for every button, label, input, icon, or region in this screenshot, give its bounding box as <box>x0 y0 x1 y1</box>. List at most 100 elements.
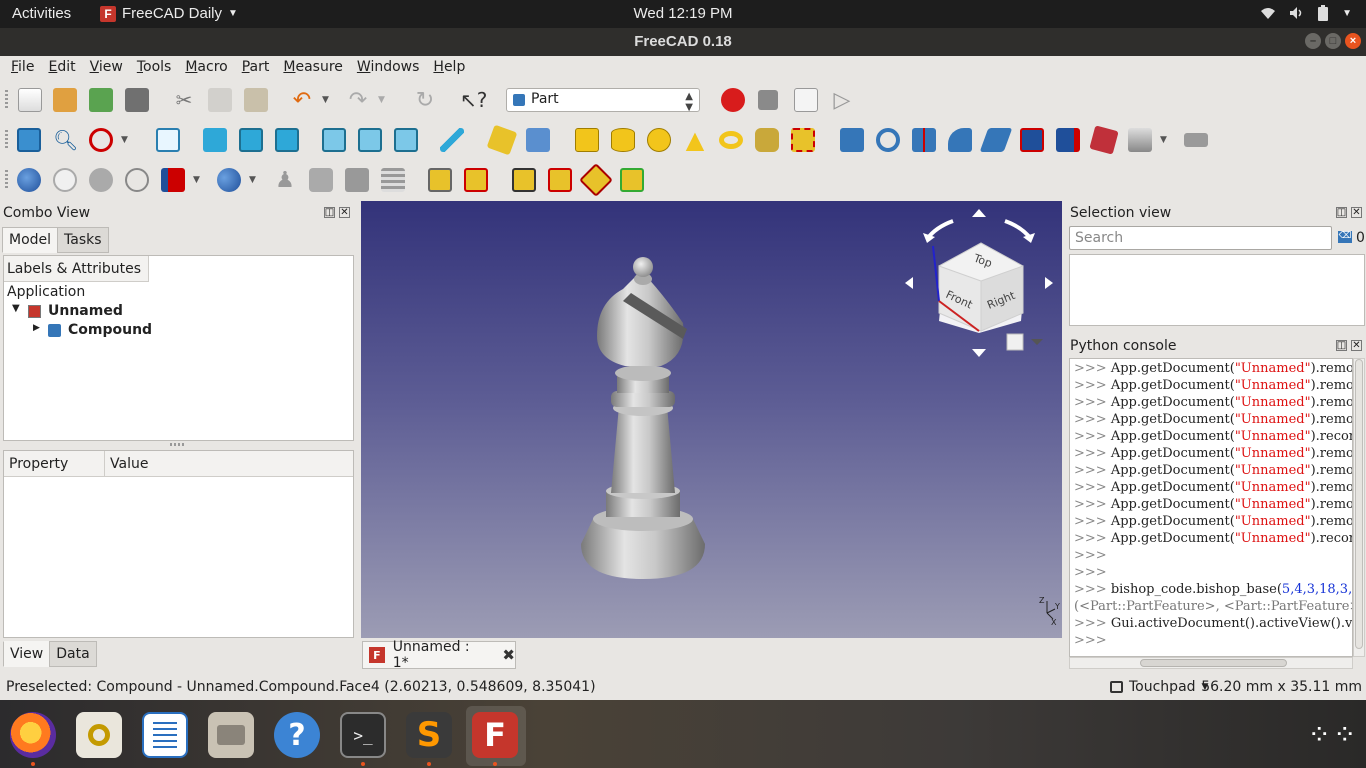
collapse-arrow-icon[interactable]: ▶ <box>33 323 40 333</box>
open-folder-icon[interactable] <box>53 88 77 112</box>
toolbar-grip[interactable] <box>5 170 8 190</box>
float-panel-icon[interactable]: ◫ <box>1336 207 1347 218</box>
activities-button[interactable]: Activities <box>12 5 71 22</box>
join-dropdown-icon[interactable]: ▼ <box>193 168 207 192</box>
save-icon[interactable] <box>89 88 113 112</box>
model-tree[interactable]: Labels & Attributes Application ▼ Unname… <box>3 255 354 441</box>
sphere-icon[interactable] <box>647 128 671 152</box>
toolbar-grip[interactable] <box>5 130 8 150</box>
freecad-icon[interactable]: F <box>472 712 518 758</box>
macro-stop-icon[interactable] <box>758 90 778 110</box>
menu-part[interactable]: Part <box>235 56 277 80</box>
fillet-icon[interactable] <box>948 128 972 152</box>
left-view-icon[interactable] <box>394 128 418 152</box>
document-tab[interactable]: F Unnamed : 1* ✖ <box>362 639 516 671</box>
copy-icon[interactable] <box>208 88 232 112</box>
fit-selection-icon[interactable]: 🔍︎ <box>53 128 78 152</box>
primitives-icon[interactable] <box>755 128 779 152</box>
tab-tasks[interactable]: Tasks <box>57 227 109 253</box>
check-icon[interactable] <box>464 168 488 192</box>
chamfer-icon[interactable] <box>979 128 1013 152</box>
tab-data[interactable]: Data <box>49 641 97 667</box>
bishop-model[interactable] <box>581 257 705 579</box>
refresh-icon[interactable]: ↻ <box>413 88 437 113</box>
undo-icon[interactable]: ↶ <box>290 88 314 113</box>
tab-model[interactable]: Model <box>2 227 59 253</box>
navcube-right-arrow-icon[interactable] <box>1045 277 1053 289</box>
scrollbar-thumb[interactable] <box>1140 659 1287 667</box>
menu-macro[interactable]: Macro <box>178 56 234 80</box>
navcube-up-arrow-icon[interactable] <box>972 209 986 217</box>
selection-list[interactable] <box>1069 254 1365 326</box>
close-panel-icon[interactable]: ✕ <box>339 207 350 218</box>
fit-all-icon[interactable] <box>17 128 41 152</box>
create-group-icon[interactable] <box>526 128 550 152</box>
macro-record-icon[interactable] <box>721 88 745 112</box>
help-icon[interactable]: ? <box>274 712 320 758</box>
close-button[interactable]: × <box>1345 33 1361 49</box>
loft-icon[interactable] <box>1089 125 1119 155</box>
python-console[interactable]: >>> App.getDocument("Unnamed").removeO >… <box>1069 358 1353 657</box>
defeaturing-icon[interactable] <box>345 168 369 192</box>
torus-icon[interactable] <box>719 131 743 149</box>
whats-this-icon[interactable]: ↖? <box>460 88 487 112</box>
cone-icon[interactable]: ▲ <box>683 128 707 152</box>
common-icon[interactable] <box>125 168 149 192</box>
reverse-shape-icon[interactable] <box>620 168 644 192</box>
offset-dropdown-icon[interactable]: ▼ <box>1160 128 1174 152</box>
system-tray[interactable]: ▼ <box>1260 4 1352 22</box>
paste-icon[interactable] <box>244 88 268 112</box>
property-column-header[interactable]: Property <box>4 451 105 477</box>
console-vertical-scrollbar[interactable] <box>1353 358 1365 657</box>
menu-view[interactable]: View <box>83 56 130 80</box>
make-face-icon[interactable] <box>1020 128 1044 152</box>
writer-icon[interactable] <box>142 712 188 758</box>
compound-icon[interactable]: ♟ <box>273 168 297 193</box>
cylinder-icon[interactable] <box>611 128 635 152</box>
rhythmbox-icon[interactable] <box>76 712 122 758</box>
tree-item-compound[interactable]: Compound <box>68 322 152 338</box>
ruled-surface-icon[interactable] <box>1056 128 1080 152</box>
show-applications-icon[interactable]: ⁘⁘ <box>1308 712 1357 758</box>
close-panel-icon[interactable]: ✕ <box>1351 340 1362 351</box>
firefox-icon[interactable] <box>10 712 56 758</box>
files-icon[interactable] <box>208 712 254 758</box>
macro-run-icon[interactable]: ▷ <box>830 88 854 113</box>
float-panel-icon[interactable]: ◫ <box>324 207 335 218</box>
right-view-icon[interactable] <box>275 128 299 152</box>
tab-view[interactable]: View <box>3 641 51 667</box>
mini-cube-menu-icon[interactable] <box>1006 333 1024 351</box>
join-features-icon[interactable] <box>161 168 185 192</box>
section-icon[interactable] <box>428 168 452 192</box>
boolean-icon[interactable] <box>17 168 41 192</box>
thickness-icon[interactable] <box>1184 133 1208 147</box>
tree-item-unnamed[interactable]: Unnamed <box>48 303 123 319</box>
menu-edit[interactable]: Edit <box>41 56 82 80</box>
bottom-view-icon[interactable] <box>358 128 382 152</box>
maximize-button[interactable]: □ <box>1325 33 1341 49</box>
macro-edit-icon[interactable] <box>794 88 818 112</box>
workbench-selector[interactable]: Part ▲ ▼ <box>506 88 700 113</box>
sweep-icon[interactable] <box>1128 128 1152 152</box>
redo-dropdown-icon[interactable]: ▼ <box>378 88 392 112</box>
terminal-icon[interactable]: >_ <box>340 712 386 758</box>
close-panel-icon[interactable]: ✕ <box>1351 207 1362 218</box>
tree-item-application[interactable]: Application <box>7 284 85 300</box>
convert-to-solid-icon[interactable] <box>579 163 613 197</box>
print-icon[interactable] <box>125 88 149 112</box>
sublime-text-icon[interactable]: S <box>406 712 452 758</box>
selection-search-input[interactable]: Search <box>1069 226 1332 250</box>
navigation-cube[interactable]: Top Front Right <box>905 209 1053 357</box>
check-geometry-icon[interactable] <box>309 168 333 192</box>
redo-icon[interactable]: ↷ <box>346 88 370 113</box>
undo-dropdown-icon[interactable]: ▼ <box>322 88 336 112</box>
app-menu[interactable]: F FreeCAD Daily ▼ <box>100 5 238 22</box>
cut-shapes-icon[interactable] <box>53 168 77 192</box>
menu-help[interactable]: Help <box>426 56 472 80</box>
menu-measure[interactable]: Measure <box>276 56 350 80</box>
mirror-icon[interactable] <box>912 128 936 152</box>
scrollbar-thumb[interactable] <box>1355 359 1363 649</box>
split-dropdown-icon[interactable]: ▼ <box>249 168 263 192</box>
value-column-header[interactable]: Value <box>105 451 353 477</box>
draw-style-dropdown-icon[interactable]: ▼ <box>121 128 135 152</box>
